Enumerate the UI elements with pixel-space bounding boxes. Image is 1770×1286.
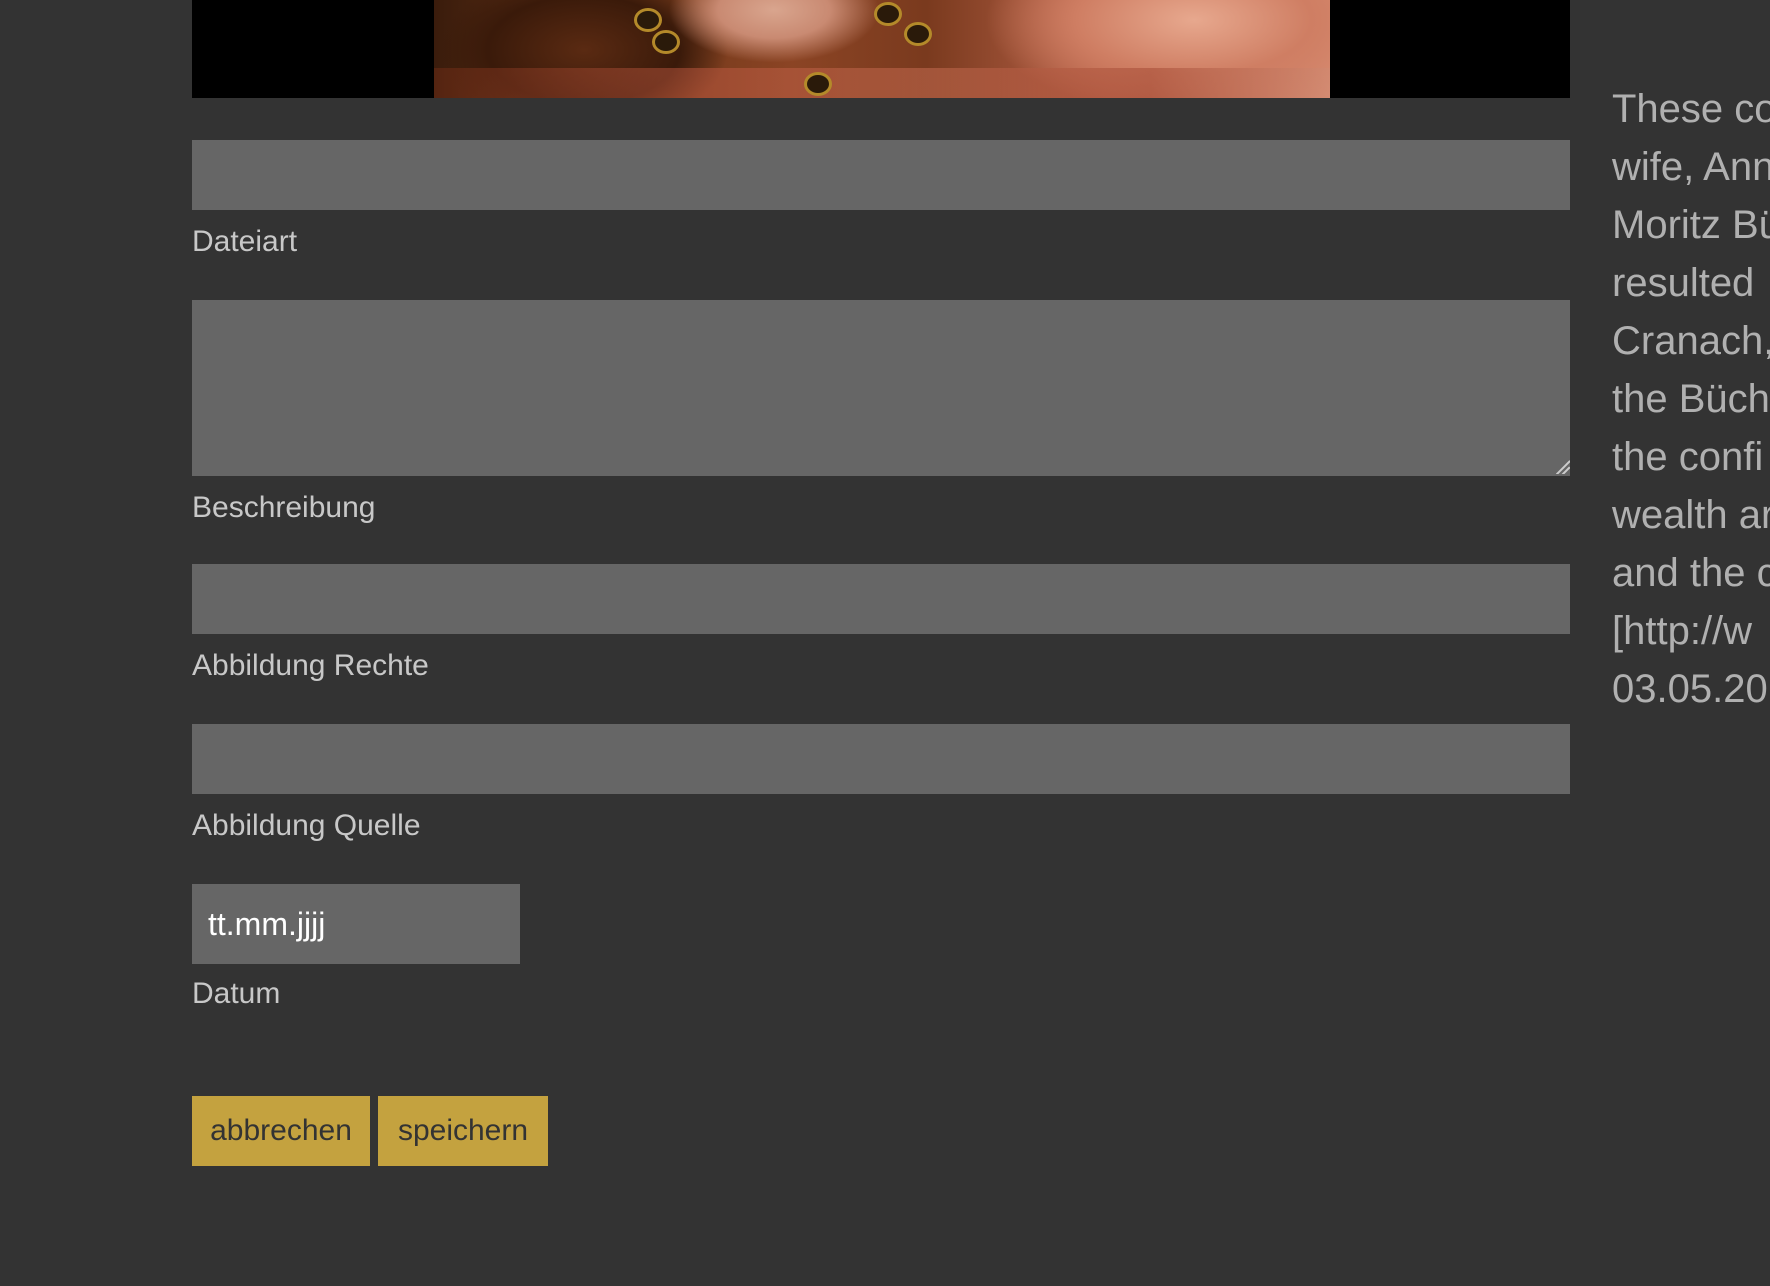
- dateiart-input[interactable]: [192, 140, 1570, 210]
- description-line: the confi: [1612, 435, 1764, 479]
- painting-ring: [874, 2, 902, 26]
- painting-sleeve: [434, 68, 1330, 98]
- beschreibung-textarea[interactable]: [192, 300, 1570, 476]
- dateiart-label: Dateiart: [192, 225, 298, 258]
- datum-label: Datum: [192, 977, 281, 1010]
- description-line: Cranach,: [1612, 319, 1770, 363]
- painting-ring: [804, 72, 832, 96]
- abbildung-quelle-input[interactable]: [192, 724, 1570, 794]
- description-line: the Büch: [1612, 377, 1770, 421]
- cancel-button[interactable]: abbrechen: [192, 1096, 370, 1166]
- description-line: resulted: [1612, 261, 1755, 305]
- datum-input[interactable]: tt.mm.jjjj: [192, 884, 520, 964]
- artwork-image: [192, 0, 1570, 98]
- description-line: wife, Ann: [1612, 145, 1770, 189]
- description-text: These co wife, Ann Moritz Bü resulted Cr…: [1612, 80, 1770, 718]
- save-button[interactable]: speichern: [378, 1096, 548, 1166]
- description-line: Moritz Bü: [1612, 203, 1770, 247]
- abbildung-quelle-label: Abbildung Quelle: [192, 809, 421, 842]
- page: Dateiart Beschreibung Abbildung Rechte A…: [0, 0, 1770, 1286]
- resize-handle-icon[interactable]: [1556, 460, 1570, 474]
- painting-ring: [904, 22, 932, 46]
- abbildung-rechte-label: Abbildung Rechte: [192, 649, 429, 682]
- beschreibung-label: Beschreibung: [192, 491, 376, 524]
- description-line: and the c: [1612, 551, 1770, 595]
- description-line: 03.05.20: [1612, 667, 1768, 711]
- description-line: These co: [1612, 87, 1770, 131]
- description-line: [http://w: [1612, 609, 1753, 653]
- painting-ring: [652, 30, 680, 54]
- painting-detail: [434, 0, 1330, 98]
- abbildung-rechte-input[interactable]: [192, 564, 1570, 634]
- painting-ring: [634, 8, 662, 32]
- description-line: wealth ar: [1612, 493, 1770, 537]
